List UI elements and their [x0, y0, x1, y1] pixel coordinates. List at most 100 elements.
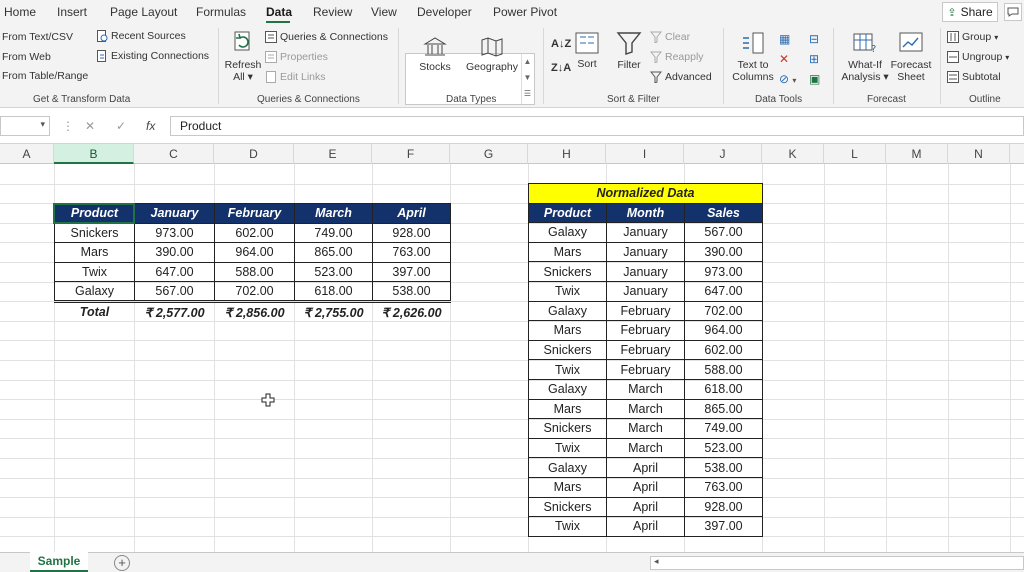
- filter-button[interactable]: Filter: [614, 30, 644, 71]
- normalized-table[interactable]: Normalized Data Product Month Sales Gala…: [528, 183, 763, 537]
- table-cell[interactable]: 928.00: [684, 496, 763, 518]
- table-cell[interactable]: February: [606, 320, 685, 341]
- worksheet-grid[interactable]: A B C D E F G H I J K L M N Product Janu…: [0, 144, 1024, 552]
- name-box-dropdown-icon[interactable]: ▾: [40, 119, 45, 130]
- table-cell[interactable]: 538.00: [684, 457, 763, 478]
- edit-links-button[interactable]: Edit Links: [265, 71, 326, 83]
- source-header-april[interactable]: April: [372, 203, 451, 224]
- tab-page-layout[interactable]: Page Layout: [110, 5, 177, 19]
- source-table[interactable]: Product January February March April Sni…: [54, 203, 451, 322]
- formula-input[interactable]: Product: [170, 116, 1024, 136]
- normalized-header-month[interactable]: Month: [606, 202, 685, 224]
- geography-button[interactable]: Geography: [465, 36, 519, 73]
- source-header-january[interactable]: January: [134, 203, 215, 224]
- col-header-a[interactable]: A: [0, 144, 54, 164]
- table-cell[interactable]: 749.00: [684, 418, 763, 439]
- table-cell[interactable]: 702.00: [684, 300, 763, 322]
- col-header-e[interactable]: E: [294, 144, 372, 164]
- add-sheet-icon[interactable]: +: [114, 555, 130, 571]
- col-header-k[interactable]: K: [762, 144, 824, 164]
- table-cell[interactable]: 647.00: [134, 261, 215, 283]
- table-cell[interactable]: Snickers: [528, 339, 607, 361]
- scroll-left-icon[interactable]: ◂: [654, 556, 659, 567]
- total-label[interactable]: Total: [54, 299, 135, 322]
- confirm-entry-icon[interactable]: ✓: [116, 119, 126, 133]
- data-types-scroll[interactable]: ▲ ▼ ☰: [521, 54, 533, 104]
- col-header-i[interactable]: I: [606, 144, 684, 164]
- table-cell[interactable]: Twix: [528, 280, 607, 302]
- recent-sources-button[interactable]: Recent Sources: [96, 30, 186, 42]
- table-cell[interactable]: March: [606, 437, 685, 459]
- table-cell[interactable]: 397.00: [684, 516, 763, 537]
- table-cell[interactable]: January: [606, 280, 685, 302]
- table-cell[interactable]: 390.00: [684, 241, 763, 263]
- col-header-l[interactable]: L: [824, 144, 886, 164]
- from-table-range-button[interactable]: From Table/Range: [2, 70, 88, 82]
- tab-home[interactable]: Home: [4, 5, 36, 19]
- table-cell[interactable]: January: [606, 222, 685, 243]
- normalized-header-sales[interactable]: Sales: [684, 202, 763, 224]
- table-cell[interactable]: Twix: [528, 516, 607, 537]
- table-cell[interactable]: April: [606, 496, 685, 518]
- table-cell[interactable]: 964.00: [214, 242, 295, 263]
- data-tools-small-buttons[interactable]: ▦ ✕ ⊘ ▾: [779, 29, 796, 91]
- table-cell[interactable]: Mars: [528, 398, 607, 420]
- from-web-button[interactable]: From Web: [2, 51, 51, 63]
- table-cell[interactable]: March: [606, 378, 685, 400]
- table-cell[interactable]: 973.00: [134, 222, 215, 244]
- col-header-m[interactable]: M: [886, 144, 948, 164]
- table-cell[interactable]: 602.00: [684, 339, 763, 361]
- table-cell[interactable]: 523.00: [684, 437, 763, 459]
- table-cell[interactable]: 538.00: [372, 281, 451, 302]
- col-header-f[interactable]: F: [372, 144, 450, 164]
- name-box[interactable]: ▾: [0, 116, 50, 136]
- sort-button[interactable]: Sort: [573, 31, 601, 70]
- what-if-analysis-button[interactable]: ? What-If Analysis ▾: [840, 30, 890, 83]
- table-cell[interactable]: 647.00: [684, 280, 763, 302]
- tab-developer[interactable]: Developer: [417, 5, 472, 19]
- table-cell[interactable]: 964.00: [684, 320, 763, 341]
- col-header-h[interactable]: H: [528, 144, 606, 164]
- advanced-filter-button[interactable]: Advanced: [650, 71, 712, 83]
- table-cell[interactable]: Snickers: [528, 418, 607, 439]
- table-cell[interactable]: Mars: [528, 476, 607, 498]
- clear-filter-button[interactable]: Clear: [650, 31, 690, 43]
- subtotal-button[interactable]: Subtotal: [947, 71, 1001, 83]
- table-cell[interactable]: Mars: [54, 242, 135, 263]
- reapply-button[interactable]: Reapply: [650, 51, 704, 63]
- normalized-title[interactable]: Normalized Data: [528, 183, 763, 204]
- col-header-j[interactable]: J: [684, 144, 762, 164]
- table-cell[interactable]: March: [606, 418, 685, 439]
- total-march[interactable]: ₹ 2,755.00: [294, 299, 373, 322]
- cancel-entry-icon[interactable]: ✕: [85, 119, 95, 133]
- table-cell[interactable]: Twix: [528, 359, 607, 380]
- table-cell[interactable]: April: [606, 457, 685, 478]
- table-cell[interactable]: 865.00: [684, 398, 763, 420]
- table-cell[interactable]: Galaxy: [528, 222, 607, 243]
- tab-insert[interactable]: Insert: [57, 5, 87, 19]
- tab-data[interactable]: Data: [266, 5, 292, 19]
- refresh-all-button[interactable]: Refresh All ▾: [224, 30, 262, 83]
- total-january[interactable]: ₹ 2,577.00: [134, 299, 215, 322]
- tab-view[interactable]: View: [371, 5, 397, 19]
- table-cell[interactable]: Twix: [54, 261, 135, 283]
- existing-connections-button[interactable]: Existing Connections: [96, 50, 209, 62]
- table-cell[interactable]: 749.00: [294, 222, 373, 244]
- data-tools-small-buttons-2[interactable]: ⊟ ⊞ ▣: [809, 29, 820, 89]
- table-cell[interactable]: Galaxy: [54, 281, 135, 302]
- table-cell[interactable]: 618.00: [684, 378, 763, 400]
- forecast-sheet-button[interactable]: Forecast Sheet: [890, 30, 932, 83]
- col-header-g[interactable]: G: [450, 144, 528, 164]
- table-cell[interactable]: February: [606, 339, 685, 361]
- table-cell[interactable]: April: [606, 476, 685, 498]
- comments-button[interactable]: [1004, 3, 1022, 21]
- table-cell[interactable]: 865.00: [294, 242, 373, 263]
- total-february[interactable]: ₹ 2,856.00: [214, 299, 295, 322]
- col-header-b[interactable]: B: [54, 144, 134, 164]
- from-text-csv-button[interactable]: From Text/CSV: [2, 31, 73, 43]
- table-cell[interactable]: Mars: [528, 241, 607, 263]
- ungroup-button[interactable]: Ungroup ▾: [947, 51, 1009, 63]
- table-cell[interactable]: Snickers: [528, 261, 607, 282]
- table-cell[interactable]: 588.00: [214, 261, 295, 283]
- col-header-c[interactable]: C: [134, 144, 214, 164]
